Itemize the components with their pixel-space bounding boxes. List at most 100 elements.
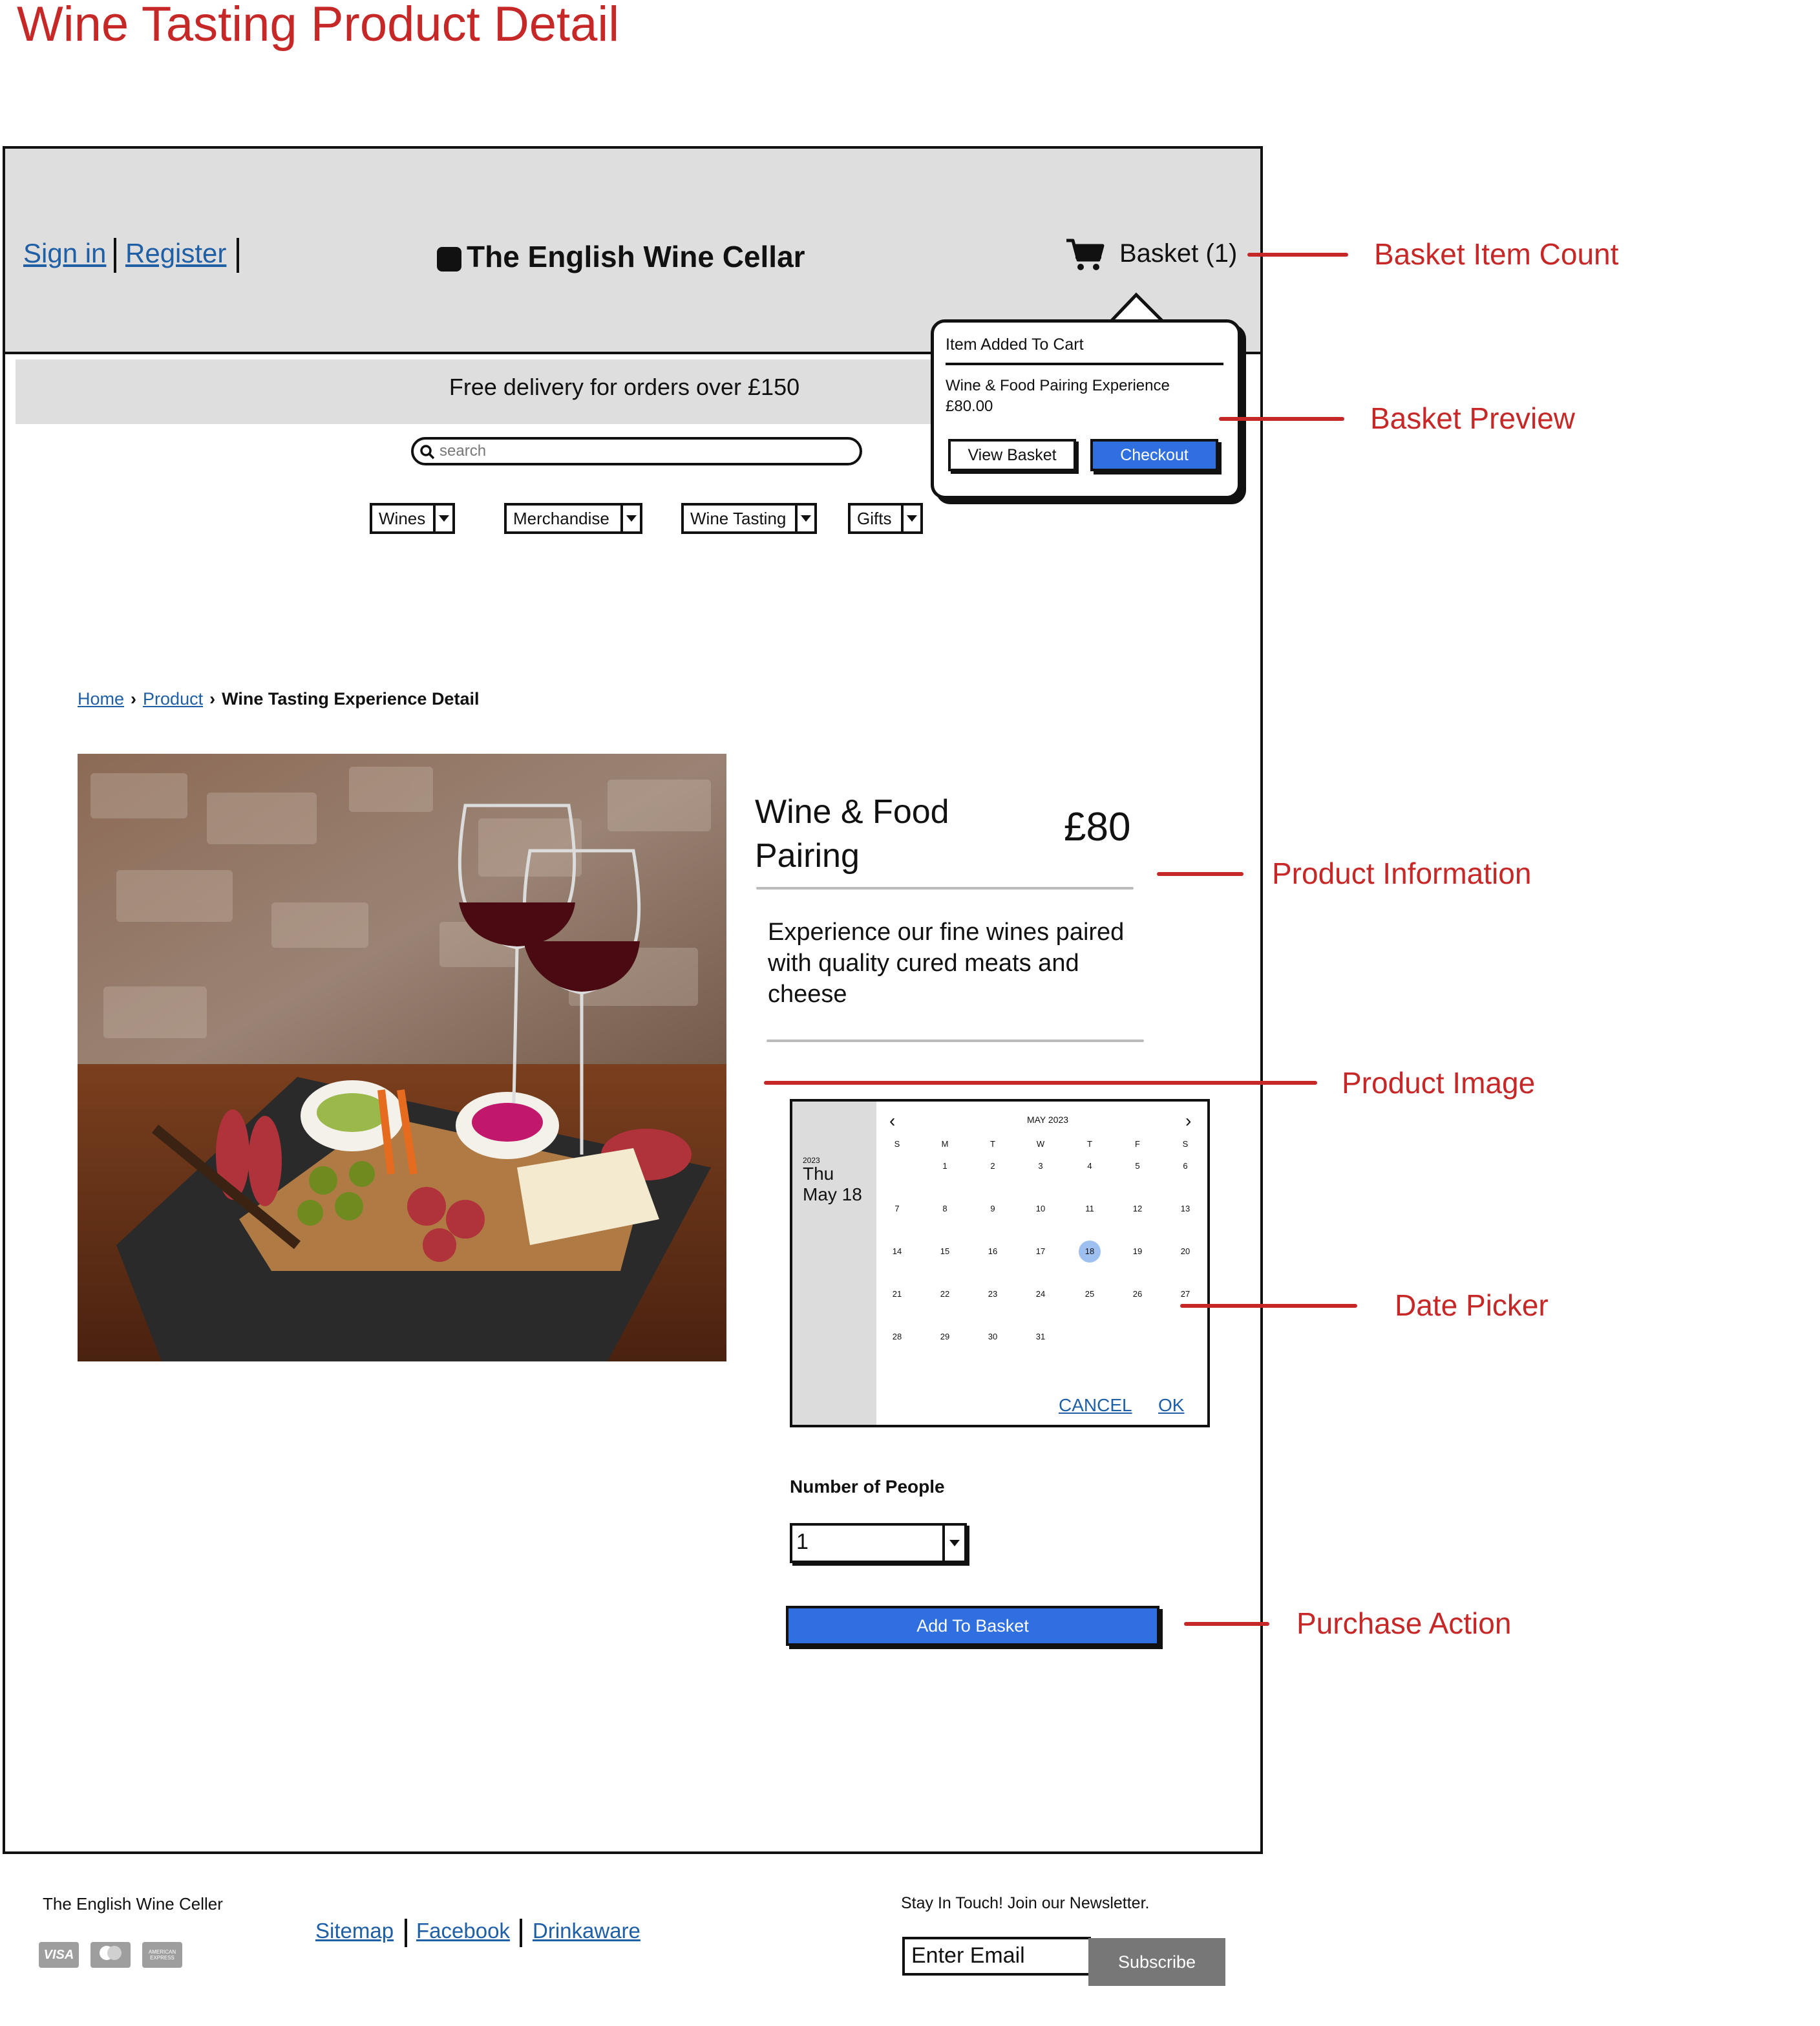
people-select[interactable]: 1 <box>790 1523 967 1563</box>
product-price: £80 <box>1064 805 1131 849</box>
weekday-label: W <box>1036 1139 1045 1149</box>
chevron-right-icon: › <box>209 689 216 709</box>
weekday-label: T <box>990 1139 995 1149</box>
basket-count-link[interactable]: Basket (1) <box>1119 239 1237 268</box>
calendar-day[interactable]: 9 <box>980 1204 1006 1213</box>
annotation-connector <box>1219 417 1344 421</box>
divider <box>114 238 116 273</box>
calendar-day[interactable]: 17 <box>1028 1246 1053 1256</box>
calendar-day[interactable]: 12 <box>1125 1204 1150 1213</box>
calendar-day[interactable]: 30 <box>980 1332 1006 1341</box>
divider <box>946 363 1223 365</box>
annotation-connector <box>764 1081 1317 1085</box>
calendar-day[interactable]: 4 <box>1077 1161 1103 1171</box>
search-icon <box>420 445 435 460</box>
annotation-connector <box>1180 1304 1357 1308</box>
basket-preview-price: £80.00 <box>946 398 993 415</box>
cart-icon[interactable] <box>1065 237 1105 273</box>
register-link[interactable]: Register <box>125 238 226 269</box>
footer-company: The English Wine Celler <box>43 1894 223 1914</box>
nav-menu-label: Wine Tasting <box>690 508 787 528</box>
calendar-day[interactable]: 8 <box>932 1204 958 1213</box>
calendar-day[interactable]: 18 <box>1077 1246 1103 1256</box>
calendar-day[interactable]: 26 <box>1125 1289 1150 1299</box>
weekday-label: M <box>941 1139 949 1149</box>
footer-link-drinkaware[interactable]: Drinkaware <box>533 1919 640 1943</box>
product-description-line: with quality cured meats and <box>768 950 1079 977</box>
annotation-connector <box>1157 872 1243 876</box>
nav-menu-wines[interactable]: Wines <box>370 503 455 534</box>
divider <box>520 1919 522 1947</box>
calendar-day[interactable]: 13 <box>1172 1204 1198 1213</box>
ok-button[interactable]: OK <box>1158 1395 1184 1416</box>
calendar-day[interactable]: 29 <box>932 1332 958 1341</box>
calendar-day[interactable]: 16 <box>980 1246 1006 1256</box>
calendar-day[interactable]: 25 <box>1077 1289 1103 1299</box>
annotation-basket-count: Basket Item Count <box>1374 237 1619 271</box>
nav-menu-merchandise[interactable]: Merchandise <box>504 503 642 534</box>
calendar-day[interactable]: 21 <box>884 1289 910 1299</box>
people-select-value: 1 <box>796 1530 809 1554</box>
nav-menu-label: Wines <box>379 508 426 528</box>
calendar-day[interactable]: 23 <box>980 1289 1006 1299</box>
search-input[interactable]: search <box>411 437 862 465</box>
calendar-day[interactable]: 19 <box>1125 1246 1150 1256</box>
weekday-label: T <box>1087 1139 1092 1149</box>
calendar-day[interactable]: 5 <box>1125 1161 1150 1171</box>
add-to-basket-button[interactable]: Add To Basket <box>786 1606 1159 1646</box>
sign-in-link[interactable]: Sign in <box>23 238 106 269</box>
breadcrumb-home[interactable]: Home <box>78 689 124 709</box>
email-placeholder: Enter Email <box>911 1943 1025 1968</box>
calendar-day[interactable]: 11 <box>1077 1204 1103 1213</box>
product-image <box>78 754 726 1361</box>
calendar-day[interactable]: 1 <box>932 1161 958 1171</box>
product-description-line: Experience our fine wines paired <box>768 919 1125 946</box>
calendar-grid: S M T W T F S 1 2 3 4 5 6 7 8 9 10 11 12 13 14 15 16 17 18 19 20 21… <box>792 1102 1207 1425</box>
annotation-purchase-action: Purchase Action <box>1296 1606 1512 1640</box>
calendar-day[interactable]: 14 <box>884 1246 910 1256</box>
checkout-button[interactable]: Checkout <box>1090 439 1218 471</box>
chevron-down-icon <box>620 506 640 531</box>
chevron-down-icon <box>901 506 920 531</box>
subscribe-button[interactable]: Subscribe <box>1088 1938 1225 1986</box>
calendar-day[interactable]: 31 <box>1028 1332 1053 1341</box>
divider <box>405 1919 407 1947</box>
cancel-button[interactable]: CANCEL <box>1059 1395 1132 1416</box>
calendar-day[interactable]: 2 <box>980 1161 1006 1171</box>
calendar-day[interactable]: 20 <box>1172 1246 1198 1256</box>
date-picker[interactable]: 2023 Thu May 18 ‹ MAY 2023 › SMTWTFS1234… <box>790 1099 1210 1427</box>
calendar-day[interactable]: 22 <box>932 1289 958 1299</box>
product-title: Wine & Food Pairing <box>755 790 949 878</box>
product-title-line: Pairing <box>755 837 860 875</box>
popover-pointer <box>1109 292 1166 323</box>
nav-menu-gifts[interactable]: Gifts <box>848 503 923 534</box>
calendar-day[interactable]: 7 <box>884 1204 910 1213</box>
search-placeholder: search <box>439 442 487 460</box>
payment-cards: VISA AMERICAN EXPRESS <box>39 1942 182 1968</box>
calendar-day[interactable]: 6 <box>1172 1161 1198 1171</box>
email-field[interactable]: Enter Email <box>902 1937 1091 1976</box>
chevron-right-icon: › <box>131 689 137 709</box>
annotation-date-picker: Date Picker <box>1395 1288 1549 1322</box>
site-footer: The English Wine Celler VISA AMERICAN EX… <box>3 1851 1263 2023</box>
footer-link-facebook[interactable]: Facebook <box>416 1919 510 1943</box>
calendar-day[interactable]: 24 <box>1028 1289 1053 1299</box>
view-basket-button[interactable]: View Basket <box>948 439 1076 471</box>
divider <box>237 238 239 273</box>
calendar-day[interactable]: 27 <box>1172 1289 1198 1299</box>
calendar-day[interactable]: 28 <box>884 1332 910 1341</box>
product-title-line: Wine & Food <box>755 793 949 831</box>
calendar-day[interactable]: 3 <box>1028 1161 1053 1171</box>
card-label: AMERICAN EXPRESS <box>148 1949 176 1961</box>
breadcrumb-product[interactable]: Product <box>143 689 203 709</box>
visa-card-icon: VISA <box>39 1942 79 1968</box>
chevron-down-icon <box>942 1526 964 1561</box>
basket-preview: Item Added To Cart Wine & Food Pairing E… <box>931 319 1241 499</box>
calendar-day[interactable]: 10 <box>1028 1204 1053 1213</box>
footer-link-sitemap[interactable]: Sitemap <box>315 1919 394 1943</box>
nav-menu-label: Gifts <box>857 508 892 528</box>
annotation-basket-preview: Basket Preview <box>1370 401 1576 435</box>
page-title: Wine Tasting Product Detail <box>17 0 620 52</box>
nav-menu-wine-tasting[interactable]: Wine Tasting <box>681 503 817 534</box>
calendar-day[interactable]: 15 <box>932 1246 958 1256</box>
